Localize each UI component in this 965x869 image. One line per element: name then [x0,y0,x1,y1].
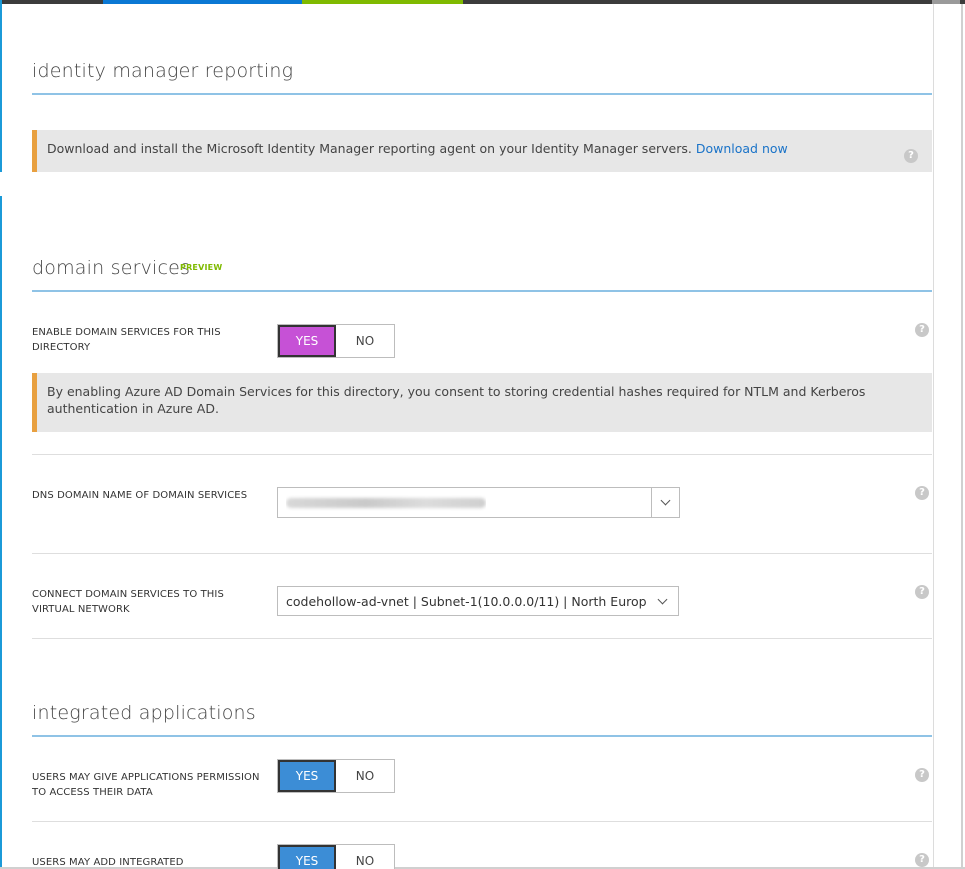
app-consent-no[interactable]: NO [336,760,394,792]
dns-domain-dropdown-button[interactable] [651,488,679,517]
vertical-scrollbar[interactable] [933,4,965,869]
help-icon[interactable]: ? [915,853,929,867]
virtual-network-select[interactable]: codehollow-ad-vnet | Subnet-1(10.0.0.0/1… [277,586,679,616]
consent-warning-banner: By enabling Azure AD Domain Services for… [32,373,932,432]
left-edge-gap [0,172,2,196]
app-consent-label: USERS MAY GIVE APPLICATIONS PERMISSION T… [32,772,260,798]
enable-domain-services-no[interactable]: NO [336,325,394,357]
add-integrated-apps-no[interactable]: NO [336,845,394,869]
preview-badge: PREVIEW [180,263,223,272]
chevron-down-icon [660,495,671,506]
help-icon[interactable]: ? [904,149,918,163]
add-integrated-apps-toggle: YES NO [277,844,395,869]
section-title-reporting: identity manager reporting [32,60,294,82]
enable-domain-services-label: ENABLE DOMAIN SERVICES FOR THIS DIRECTOR… [32,327,221,353]
section-rule [32,735,932,737]
row-divider [32,553,932,554]
section-rule [32,290,932,292]
section-rule [32,93,932,95]
help-icon[interactable]: ? [915,323,929,337]
help-icon[interactable]: ? [915,486,929,500]
virtual-network-label: CONNECT DOMAIN SERVICES TO THIS VIRTUAL … [32,589,224,615]
row-divider [32,454,932,455]
top-nav-tab-active[interactable] [103,0,302,4]
section-title-integrated-apps: integrated applications [32,702,256,724]
scrollbar-track [961,4,963,869]
add-integrated-apps-yes[interactable]: YES [278,845,337,869]
chevron-down-icon [657,594,668,605]
enable-domain-services-yes[interactable]: YES [278,325,337,357]
row-divider [32,638,932,639]
top-nav-tab-secondary[interactable] [302,0,463,4]
top-nav-bar [0,0,965,4]
section-title-domain-services: domain services [32,257,191,279]
dns-domain-name-value [286,495,486,511]
dns-domain-name-combobox[interactable] [277,487,680,518]
dns-domain-name-label: DNS DOMAIN NAME OF DOMAIN SERVICES [32,490,248,501]
virtual-network-value: codehollow-ad-vnet | Subnet-1(10.0.0.0/1… [286,594,646,609]
reporting-info-banner: Download and install the Microsoft Ident… [32,130,932,172]
help-icon[interactable]: ? [915,585,929,599]
app-consent-toggle: YES NO [277,759,395,793]
row-divider [32,821,932,822]
help-icon[interactable]: ? [915,768,929,782]
redacted-domain-name [286,498,486,508]
add-integrated-apps-label: USERS MAY ADD INTEGRATED [32,857,184,868]
left-edge-indicator [0,0,2,869]
download-now-link[interactable]: Download now [696,141,788,156]
consent-warning-text: By enabling Azure AD Domain Services for… [47,384,866,416]
enable-domain-services-toggle: YES NO [277,324,395,358]
reporting-info-text: Download and install the Microsoft Ident… [47,141,692,156]
app-consent-yes[interactable]: YES [278,760,337,792]
